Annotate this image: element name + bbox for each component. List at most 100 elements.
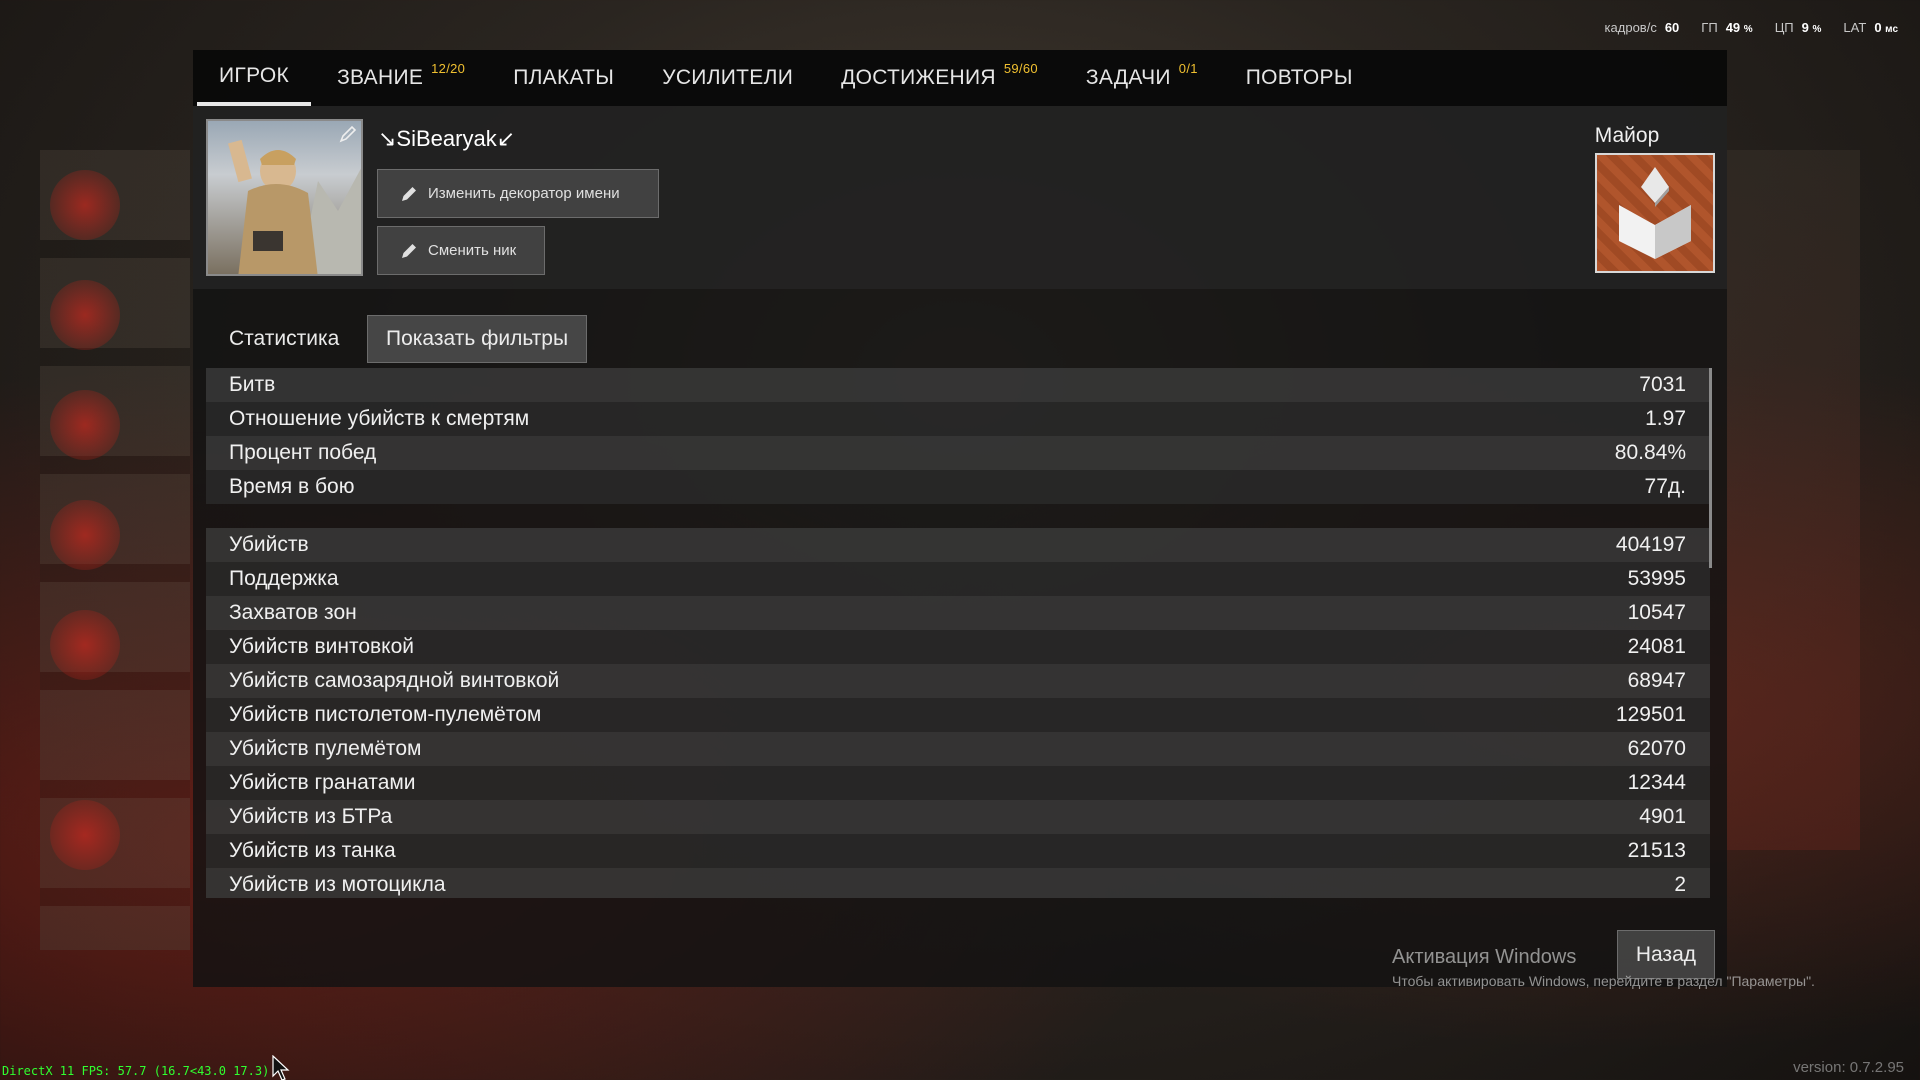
change-name-decorator-button[interactable]: Изменить декоратор имени bbox=[377, 169, 659, 218]
rank-insignia-icon[interactable] bbox=[1595, 153, 1715, 273]
latency-indicator: LAT 0 мс bbox=[1843, 20, 1898, 35]
player-nickname: ↘SiBearyak↙ bbox=[378, 126, 516, 151]
stat-label: Убийств из танка bbox=[229, 839, 396, 862]
stat-value: 80.84% bbox=[1614, 441, 1686, 464]
stat-value: 62070 bbox=[1627, 737, 1686, 760]
button-label: Изменить декоратор имени bbox=[428, 185, 620, 202]
tab-replays[interactable]: ПОВТОРЫ bbox=[1224, 50, 1375, 106]
stat-row: Отношение убийств к смертям 1.97 bbox=[206, 402, 1710, 436]
stat-row: Убийств из танка 21513 bbox=[206, 834, 1710, 868]
change-nickname-button[interactable]: Сменить ник bbox=[377, 226, 545, 275]
statistics-heading: Статистика bbox=[229, 327, 340, 350]
activation-title: Активация Windows bbox=[1392, 946, 1577, 968]
tab-achievements[interactable]: ДОСТИЖЕНИЯ 59/60 bbox=[819, 50, 1060, 106]
stat-row: Захватов зон 10547 bbox=[206, 596, 1710, 630]
tab-player[interactable]: ИГРОК bbox=[197, 50, 312, 106]
stat-label: Поддержка bbox=[229, 567, 339, 590]
lat-label: LAT bbox=[1843, 20, 1867, 35]
avatar[interactable] bbox=[206, 119, 363, 276]
show-filters-button[interactable]: Показать фильтры bbox=[367, 315, 588, 363]
background-badge-blur bbox=[50, 800, 120, 870]
soldier-portrait-icon bbox=[228, 139, 361, 274]
stat-row: Битв 7031 bbox=[206, 368, 1710, 402]
pencil-icon bbox=[402, 186, 416, 201]
cpu-value: 9 bbox=[1801, 20, 1809, 35]
directx-debug-overlay: DirectX 11 FPS: 57.7 (16.7<43.0 17.3) bbox=[2, 1064, 270, 1078]
stat-label: Убийств bbox=[229, 533, 309, 556]
background-badge-blur bbox=[50, 170, 120, 240]
stat-row: Убийств самозарядной винтовкой 68947 bbox=[206, 664, 1710, 698]
cpu-label: ЦП bbox=[1774, 20, 1794, 35]
stat-value: 2 bbox=[1674, 873, 1686, 896]
button-label: Сменить ник bbox=[428, 242, 517, 259]
pencil-icon bbox=[402, 243, 416, 258]
stat-label: Убийств самозарядной винтовкой bbox=[229, 669, 560, 692]
stat-label: Убийств пулемётом bbox=[229, 737, 422, 760]
stat-label: Битв bbox=[229, 373, 276, 396]
stat-row: Процент побед 80.84% bbox=[206, 436, 1710, 470]
stat-value: 10547 bbox=[1627, 601, 1686, 624]
tab-tasks[interactable]: ЗАДАЧИ 0/1 bbox=[1064, 50, 1220, 106]
tab-boosters[interactable]: УСИЛИТЕЛИ bbox=[640, 50, 815, 106]
tab-label: ИГРОК bbox=[219, 64, 290, 87]
stat-row: Убийств из мотоцикла 2 bbox=[206, 868, 1710, 898]
fps-indicator: кадров/с 60 bbox=[1605, 20, 1680, 35]
statistics-scrollbar[interactable] bbox=[1709, 368, 1712, 568]
activation-subtitle: Чтобы активировать Windows, перейдите в … bbox=[1392, 973, 1815, 989]
stat-value: 77д. bbox=[1644, 475, 1686, 498]
fps-label: кадров/с bbox=[1604, 20, 1657, 35]
background-badge-blur bbox=[50, 500, 120, 570]
lat-value: 0 bbox=[1874, 20, 1882, 35]
stat-label: Отношение убийств к смертям bbox=[229, 407, 530, 430]
tab-label: ПОВТОРЫ bbox=[1245, 66, 1353, 89]
stat-value: 21513 bbox=[1627, 839, 1686, 862]
tab-label: УСИЛИТЕЛИ bbox=[662, 66, 794, 89]
stat-row: Убийств винтовкой 24081 bbox=[206, 630, 1710, 664]
general-stats-group: Битв 7031 Отношение убийств к смертям 1.97… bbox=[206, 368, 1710, 504]
tab-label: ДОСТИЖЕНИЯ bbox=[841, 66, 996, 89]
stat-row: Убийств 404197 bbox=[206, 528, 1710, 562]
performance-overlay: кадров/с 60 ГП 49 % ЦП 9 % LAT 0 мс bbox=[1605, 20, 1898, 35]
tab-label: ПЛАКАТЫ bbox=[513, 66, 615, 89]
stat-label: Время в бою bbox=[229, 475, 355, 498]
stat-label: Убийств гранатами bbox=[229, 771, 416, 794]
background-badge-blur bbox=[50, 390, 120, 460]
gpu-indicator: ГП 49 % bbox=[1701, 20, 1752, 35]
stat-value: 1.97 bbox=[1645, 407, 1686, 430]
stat-value: 4901 bbox=[1639, 805, 1686, 828]
tab-label: ЗВАНИЕ bbox=[337, 66, 424, 89]
background-badge-blur bbox=[50, 610, 120, 680]
edit-avatar-icon[interactable] bbox=[339, 125, 357, 143]
background-badge-blur bbox=[50, 280, 120, 350]
stat-value: 7031 bbox=[1639, 373, 1686, 396]
stat-row: Убийств пулемётом 62070 bbox=[206, 732, 1710, 766]
stat-label: Убийств из БТРа bbox=[229, 805, 393, 828]
tab-posters[interactable]: ПЛАКАТЫ bbox=[491, 50, 636, 106]
stat-label: Убийств пистолетом-пулемётом bbox=[229, 703, 542, 726]
stat-row: Поддержка 53995 bbox=[206, 562, 1710, 596]
fps-value: 60 bbox=[1664, 20, 1680, 35]
tab-bar: ИГРОК ЗВАНИЕ 12/20 ПЛАКАТЫ УСИЛИТЕЛИ ДОС… bbox=[193, 50, 1727, 106]
mouse-cursor-icon bbox=[272, 1055, 290, 1080]
stat-value: 12344 bbox=[1627, 771, 1686, 794]
stat-row: Время в бою 77д. bbox=[206, 470, 1710, 504]
gpu-unit: % bbox=[1743, 24, 1753, 35]
stat-row: Убийств гранатами 12344 bbox=[206, 766, 1710, 800]
stat-value: 68947 bbox=[1627, 669, 1686, 692]
windows-activation-watermark: Активация Windows Чтобы активировать Win… bbox=[1392, 946, 1815, 989]
stat-label: Захватов зон bbox=[229, 601, 357, 624]
rank-title: Майор bbox=[1594, 124, 1660, 147]
tab-badge: 0/1 bbox=[1178, 60, 1198, 76]
cpu-indicator: ЦП 9 % bbox=[1775, 20, 1822, 35]
stat-row: Убийств пистолетом-пулемётом 129501 bbox=[206, 698, 1710, 732]
lat-unit: мс bbox=[1885, 24, 1898, 35]
statistics-list: Битв 7031 Отношение убийств к смертям 1.97… bbox=[206, 368, 1710, 898]
combat-stats-group: Убийств 404197 Поддержка 53995 Захватов зо… bbox=[206, 528, 1710, 898]
stat-value: 404197 bbox=[1615, 533, 1686, 556]
gpu-label: ГП bbox=[1701, 20, 1718, 35]
tab-rank[interactable]: ЗВАНИЕ 12/20 bbox=[315, 50, 487, 106]
tab-label: ЗАДАЧИ bbox=[1085, 66, 1171, 89]
group-separator bbox=[206, 504, 1710, 528]
profile-header: ↘SiBearyak↙ Изменить декоратор имени Сме… bbox=[193, 106, 1727, 289]
stat-label: Процент побед bbox=[229, 441, 377, 464]
